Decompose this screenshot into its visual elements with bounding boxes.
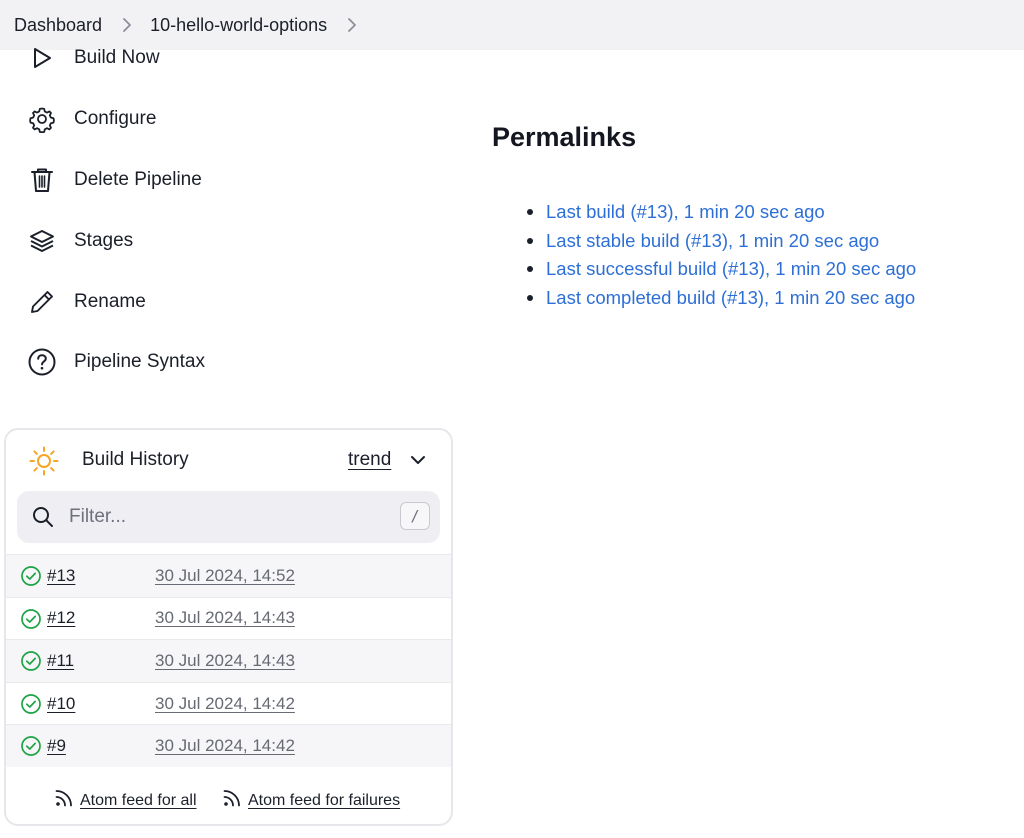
bullet-icon (527, 209, 533, 216)
list-item: Last completed build (#13), 1 min 20 sec… (527, 284, 916, 313)
bullet-icon (527, 294, 533, 301)
build-number-link[interactable]: #11 (47, 651, 74, 671)
chevron-right-icon (122, 17, 132, 33)
list-item: Last stable build (#13), 1 min 20 sec ag… (527, 227, 916, 256)
build-date-link[interactable]: 30 Jul 2024, 14:43 (155, 651, 295, 671)
table-row: #11 30 Jul 2024, 14:43 (6, 639, 451, 682)
permalinks-title: Permalinks (492, 122, 637, 152)
filter-input[interactable] (67, 501, 387, 533)
trash-icon (26, 164, 58, 196)
build-date-link[interactable]: 30 Jul 2024, 14:42 (155, 736, 295, 756)
permalink-last-build[interactable]: Last build (#13), 1 min 20 sec ago (546, 198, 825, 227)
build-date-link[interactable]: 30 Jul 2024, 14:43 (155, 608, 295, 628)
feed-links: Atom feed for all Atom feed for failures (6, 782, 451, 818)
help-circle-icon (26, 346, 58, 378)
permalink-last-completed-build[interactable]: Last completed build (#13), 1 min 20 sec… (546, 284, 915, 313)
success-check-icon (20, 608, 42, 635)
sidebar-item-label: Stages (74, 230, 134, 251)
sidebar-item-label: Pipeline Syntax (74, 351, 205, 372)
sidebar-item-label: Delete Pipeline (74, 169, 202, 190)
trend-link[interactable]: trend (348, 449, 391, 471)
bullet-icon (527, 237, 533, 244)
build-number-link[interactable]: #9 (47, 736, 66, 756)
table-row: #9 30 Jul 2024, 14:42 (6, 724, 451, 767)
build-number-link[interactable]: #12 (47, 608, 75, 628)
atom-feed-all-link[interactable]: Atom feed for all (54, 788, 197, 813)
list-item: Last successful build (#13), 1 min 20 se… (527, 255, 916, 284)
build-filter: / (17, 491, 440, 543)
rss-icon (222, 788, 242, 813)
chevron-right-icon[interactable] (347, 17, 357, 33)
table-row: #10 30 Jul 2024, 14:42 (6, 681, 451, 725)
chevron-down-icon[interactable] (410, 453, 426, 471)
breadcrumb-dashboard[interactable]: Dashboard (14, 15, 102, 36)
sidebar-item-build-now[interactable]: Build Now (26, 41, 160, 75)
sidebar-item-pipeline-syntax[interactable]: Pipeline Syntax (26, 345, 205, 379)
sidebar-item-label: Rename (74, 291, 146, 312)
build-number-link[interactable]: #13 (47, 566, 75, 586)
atom-feed-failures-link[interactable]: Atom feed for failures (222, 788, 400, 813)
build-history-panel: Build History trend / #13 30 Jul 2024, 1… (4, 428, 453, 826)
search-icon (31, 505, 55, 534)
keyboard-shortcut-hint: / (400, 502, 430, 530)
gear-icon (26, 103, 58, 135)
permalink-last-successful-build[interactable]: Last successful build (#13), 1 min 20 se… (546, 255, 916, 284)
sidebar-item-rename[interactable]: Rename (26, 285, 146, 319)
sidebar-item-label: Build Now (74, 47, 160, 68)
rss-icon (54, 788, 74, 813)
play-icon (26, 42, 58, 74)
build-number-link[interactable]: #10 (47, 694, 75, 714)
build-history-title: Build History (82, 449, 189, 470)
atom-feed-all-label: Atom feed for all (80, 791, 197, 809)
success-check-icon (20, 650, 42, 677)
sidebar-item-label: Configure (74, 108, 157, 129)
sidebar-item-stages[interactable]: Stages (26, 224, 133, 258)
build-history-header: Build History trend (6, 430, 451, 492)
breadcrumb-job[interactable]: 10-hello-world-options (150, 15, 327, 36)
list-item: Last build (#13), 1 min 20 sec ago (527, 198, 916, 227)
atom-feed-failures-label: Atom feed for failures (248, 791, 401, 809)
sun-icon (28, 445, 60, 482)
layers-icon (26, 225, 58, 257)
pencil-icon (26, 286, 58, 318)
success-check-icon (20, 735, 42, 762)
sidebar-item-delete-pipeline[interactable]: Delete Pipeline (26, 163, 202, 197)
build-date-link[interactable]: 30 Jul 2024, 14:52 (155, 566, 295, 586)
table-row: #13 30 Jul 2024, 14:52 (6, 554, 451, 597)
permalink-last-stable-build[interactable]: Last stable build (#13), 1 min 20 sec ag… (546, 227, 879, 256)
success-check-icon (20, 693, 42, 720)
success-check-icon (20, 565, 42, 592)
build-date-link[interactable]: 30 Jul 2024, 14:42 (155, 694, 295, 714)
sidebar-item-configure[interactable]: Configure (26, 102, 156, 136)
table-row: #12 30 Jul 2024, 14:43 (6, 596, 451, 640)
bullet-icon (527, 266, 533, 273)
build-list: #13 30 Jul 2024, 14:52 #12 30 Jul 2024, … (6, 554, 451, 767)
permalinks-list: Last build (#13), 1 min 20 sec ago Last … (527, 198, 916, 312)
